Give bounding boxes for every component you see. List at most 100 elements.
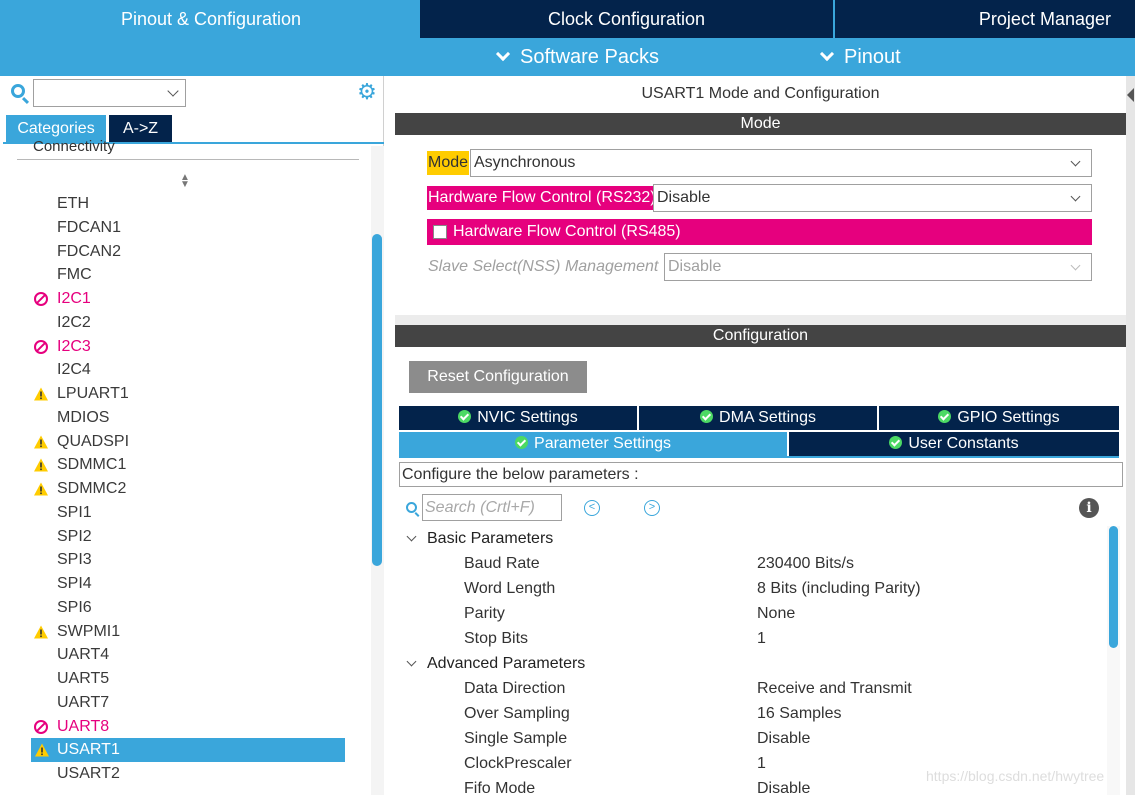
tab-clock-configuration[interactable]: Clock Configuration: [420, 0, 833, 38]
parameter-row[interactable]: Word Length 8 Bits (including Parity): [395, 576, 1105, 601]
info-icon[interactable]: i: [1079, 498, 1099, 518]
scrollbar-thumb[interactable]: [372, 234, 382, 566]
warning-icon: [34, 387, 48, 401]
parameter-search-input[interactable]: Search (Crtl+F): [422, 494, 562, 521]
parameter-group[interactable]: Advanced Parameters: [395, 651, 1105, 676]
warning-icon: [34, 482, 48, 496]
parameter-row[interactable]: Baud Rate 230400 Bits/s: [395, 551, 1105, 576]
parameter-value[interactable]: None: [757, 601, 795, 626]
tab-gpio-label: GPIO Settings: [957, 409, 1060, 426]
collapse-left-icon[interactable]: [1127, 88, 1134, 102]
parameter-group[interactable]: Basic Parameters: [395, 526, 1105, 551]
peripheral-label: FMC: [57, 266, 92, 284]
peripheral-item[interactable]: UART8: [3, 715, 371, 739]
peripheral-list: ETH FDCAN1 FDCAN2 FMC I2C1 I2C2 I2C3 I2C4 LPUART…: [3, 192, 371, 786]
peripheral-item[interactable]: MDIOS: [3, 406, 371, 430]
peripheral-item[interactable]: I2C4: [3, 358, 371, 382]
parameter-hint: Configure the below parameters :: [399, 462, 1123, 487]
parameter-scrollbar-thumb[interactable]: [1109, 526, 1118, 648]
tab-user-constants-label: User Constants: [908, 435, 1019, 452]
hfc-rs485-row[interactable]: Hardware Flow Control (RS485): [427, 219, 1092, 245]
peripheral-item[interactable]: SDMMC2: [3, 477, 371, 501]
parameter-value[interactable]: Disable: [757, 776, 810, 795]
peripheral-label: ETH: [57, 195, 89, 212]
check-circle-icon: [515, 436, 529, 449]
reset-configuration-button[interactable]: Reset Configuration: [409, 361, 587, 393]
warning-icon: [34, 458, 48, 472]
tab-user-constants[interactable]: User Constants: [789, 432, 1119, 456]
parameter-value[interactable]: 8 Bits (including Parity): [757, 576, 921, 601]
tab-pinout-configuration[interactable]: Pinout & Configuration: [3, 0, 419, 38]
hfc-rs485-label: Hardware Flow Control (RS485): [453, 223, 681, 240]
peripheral-item[interactable]: SPI4: [3, 572, 371, 596]
peripheral-item[interactable]: I2C1: [3, 287, 371, 311]
peripheral-item[interactable]: I2C2: [3, 311, 371, 335]
peripheral-label: SPI6: [57, 598, 92, 616]
parameter-value[interactable]: 1: [757, 626, 766, 651]
pinout-menu[interactable]: Pinout: [819, 42, 901, 72]
parameter-group-label: Basic Parameters: [427, 530, 554, 547]
hfc-rs485-checkbox[interactable]: [433, 225, 447, 239]
parameter-value[interactable]: 1: [757, 751, 766, 776]
tab-gpio-settings[interactable]: GPIO Settings: [879, 406, 1119, 430]
peripheral-item[interactable]: USART2: [3, 762, 371, 786]
parameter-name: ClockPrescaler: [464, 755, 572, 772]
peripheral-item[interactable]: SPI1: [3, 501, 371, 525]
peripheral-item[interactable]: SPI2: [3, 525, 371, 549]
tab-dma-settings[interactable]: DMA Settings: [639, 406, 877, 430]
tab-parameter-settings[interactable]: Parameter Settings: [399, 432, 787, 456]
collapse-arrows-icon[interactable]: ▲ ▼: [180, 173, 190, 190]
panel-title: USART1 Mode and Configuration: [641, 85, 880, 102]
peripheral-item[interactable]: SDMMC1: [3, 453, 371, 477]
parameter-value[interactable]: 16 Samples: [757, 701, 842, 726]
peripheral-item[interactable]: FMC: [3, 263, 371, 287]
hfc-rs232-value: Disable: [657, 189, 711, 206]
peripheral-item[interactable]: USART1: [31, 738, 345, 762]
peripheral-item[interactable]: LPUART1: [3, 382, 371, 406]
previous-icon[interactable]: <: [584, 500, 600, 516]
warning-icon: [34, 435, 48, 448]
peripheral-search-combo[interactable]: [33, 79, 186, 107]
nss-management-select: Disable: [664, 253, 1092, 281]
parameter-row[interactable]: Stop Bits 1: [395, 626, 1105, 651]
peripheral-item[interactable]: SPI6: [3, 596, 371, 620]
peripheral-item[interactable]: UART4: [3, 643, 371, 667]
peripheral-item[interactable]: SWPMI1: [3, 620, 371, 644]
parameter-value[interactable]: 230400 Bits/s: [757, 551, 854, 576]
tab-nvic-settings[interactable]: NVIC Settings: [399, 406, 637, 430]
parameter-tree: Basic Parameters Baud Rate 230400 Bits/s Wo…: [395, 526, 1105, 795]
parameter-name: Over Sampling: [464, 705, 570, 722]
peripheral-item[interactable]: SPI3: [3, 548, 371, 572]
parameter-row[interactable]: Data Direction Receive and Transmit: [395, 676, 1105, 701]
hfc-rs232-select[interactable]: Disable: [653, 184, 1092, 212]
mode-label: Mode: [427, 151, 470, 175]
chevron-down-icon: [406, 531, 417, 542]
parameter-name: Data Direction: [464, 680, 566, 697]
blocked-icon: [34, 292, 48, 306]
parameter-row[interactable]: Single Sample Disable: [395, 726, 1105, 751]
mode-select[interactable]: Asynchronous: [470, 149, 1092, 177]
parameter-value[interactable]: Disable: [757, 726, 810, 751]
gear-icon[interactable]: ⚙: [357, 81, 377, 103]
peripheral-item[interactable]: ETH: [3, 192, 371, 216]
tab-a-to-z[interactable]: A->Z: [109, 115, 172, 142]
peripheral-item[interactable]: I2C3: [3, 335, 371, 359]
peripheral-label: LPUART1: [57, 385, 129, 402]
peripheral-item[interactable]: QUADSPI: [3, 430, 371, 454]
parameter-row[interactable]: Over Sampling 16 Samples: [395, 701, 1105, 726]
top-bar: Pinout & Configuration Clock Configurati…: [0, 0, 1135, 76]
category-connectivity[interactable]: Connectivity: [33, 136, 115, 156]
peripheral-label: SPI2: [57, 527, 92, 545]
peripheral-item[interactable]: FDCAN1: [3, 216, 371, 240]
peripheral-label: I2C3: [57, 337, 91, 355]
parameter-value[interactable]: Receive and Transmit: [757, 676, 912, 701]
peripheral-item[interactable]: UART7: [3, 691, 371, 715]
parameter-row[interactable]: Parity None: [395, 601, 1105, 626]
tab-project-manager[interactable]: Project Manager: [835, 0, 1135, 38]
software-packs-menu[interactable]: Software Packs: [495, 42, 659, 72]
peripheral-item[interactable]: FDCAN2: [3, 240, 371, 264]
next-icon[interactable]: >: [644, 500, 660, 516]
peripheral-item[interactable]: UART5: [3, 667, 371, 691]
peripheral-label: SPI1: [57, 503, 92, 521]
peripheral-label: UART8: [57, 717, 110, 735]
